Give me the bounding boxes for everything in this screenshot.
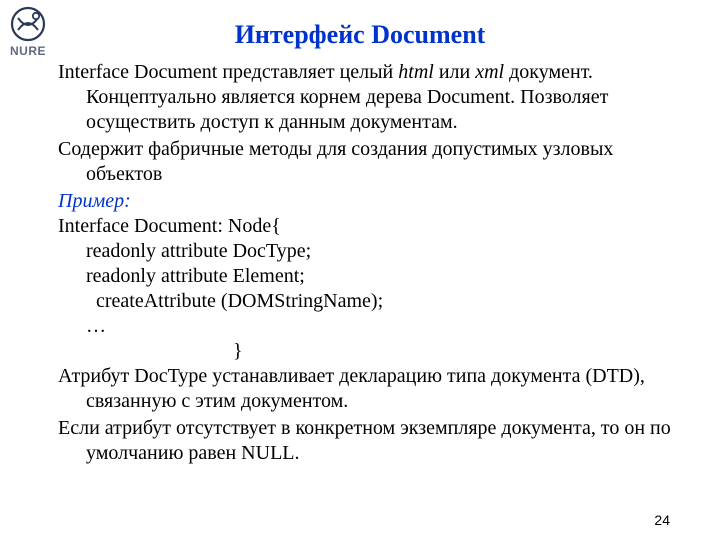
paragraph-2: Содержит фабричные методы для создания д… xyxy=(58,137,686,187)
p1-part-a: Interface Document представляет целый xyxy=(58,61,398,83)
p1-part-c: или xyxy=(434,61,475,83)
p1-html: html xyxy=(398,61,434,83)
paragraph-1: Interface Document представляет целый ht… xyxy=(58,60,686,135)
code-line-2: readonly attribute DocType; xyxy=(58,239,686,264)
paragraph-3: Атрибут DocType устанавливает декларацию… xyxy=(58,364,686,414)
paragraph-4: Если атрибут отсутствует в конкретном эк… xyxy=(58,416,686,466)
slide-content: Interface Document представляет целый ht… xyxy=(0,60,720,466)
code-line-3: readonly attribute Element; xyxy=(58,264,686,289)
code-line-4: createAttribute (DOMStringName); xyxy=(58,289,686,314)
p1-xml: xml xyxy=(475,61,504,83)
code-line-1: Interface Document: Node{ xyxy=(58,214,686,239)
code-line-6: } xyxy=(58,339,686,364)
nure-logo: NURE xyxy=(10,6,46,58)
code-line-5: … xyxy=(58,314,686,339)
slide-title: Интерфейс Document xyxy=(0,0,720,60)
logo-icon xyxy=(10,6,46,42)
page-number: 24 xyxy=(654,512,670,528)
example-label: Пример: xyxy=(58,189,686,214)
logo-text: NURE xyxy=(10,44,46,58)
